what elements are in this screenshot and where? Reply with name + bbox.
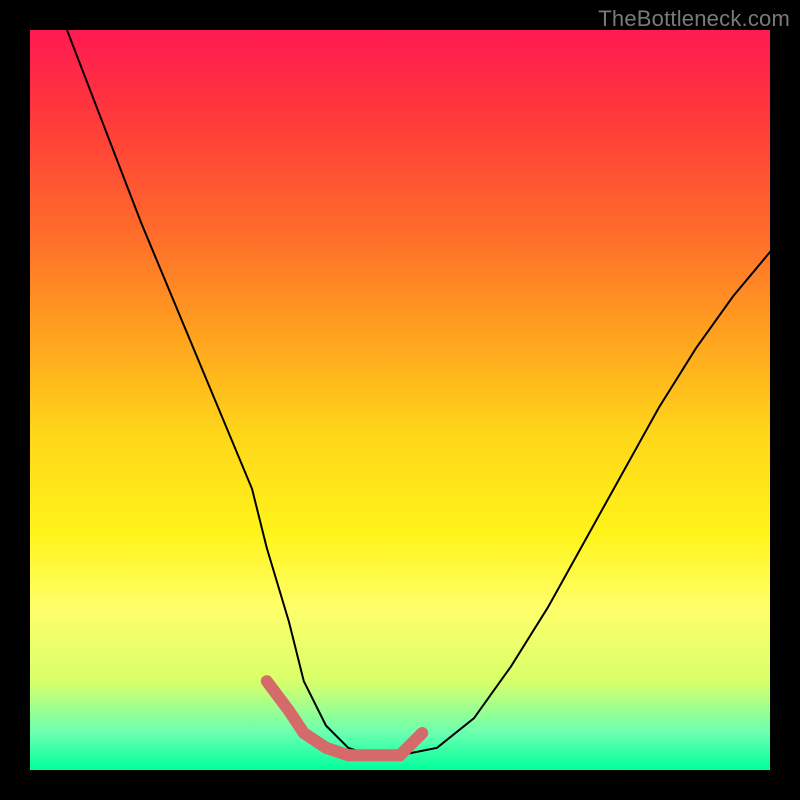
main-curve: [67, 30, 770, 755]
chart-canvas: TheBottleneck.com: [0, 0, 800, 800]
watermark-text: TheBottleneck.com: [598, 6, 790, 32]
plot-area: [30, 30, 770, 770]
curve-svg: [30, 30, 770, 770]
